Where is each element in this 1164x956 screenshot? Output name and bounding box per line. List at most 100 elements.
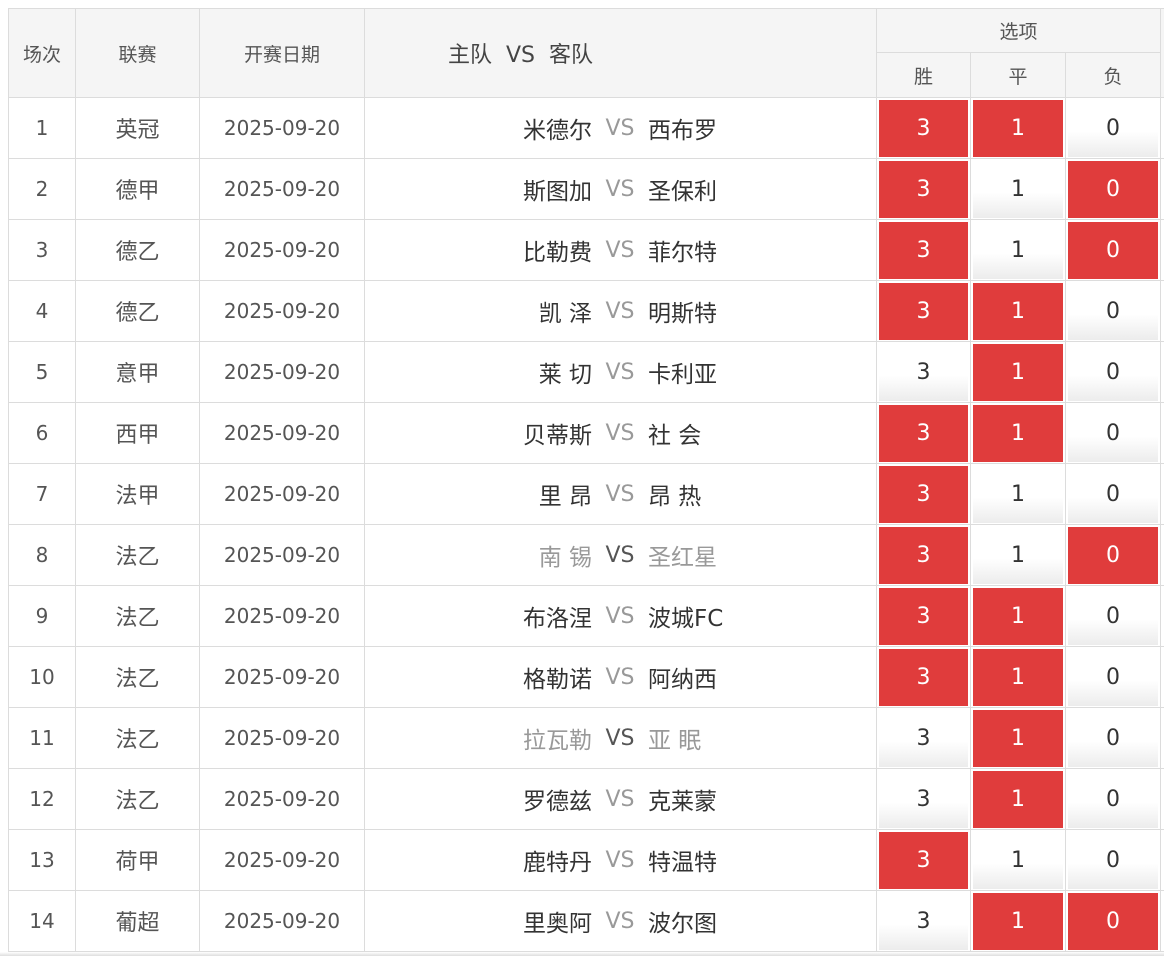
option-win-button[interactable]: 3 [879, 709, 968, 767]
option-lose-button[interactable]: 0 [1068, 221, 1159, 279]
row-date: 2025-09-20 [199, 280, 365, 342]
option-win-button[interactable]: 3 [879, 831, 968, 889]
option-lose-button[interactable]: 0 [1068, 831, 1159, 889]
table-row: 13 荷甲 2025-09-20 鹿特丹 VS 特温特 3 1 0 [8, 829, 1164, 891]
option-win-button[interactable]: 3 [879, 99, 968, 157]
away-team: 西布罗 [648, 118, 717, 144]
option-win-cell: 3 [876, 280, 971, 342]
header-edge [1160, 8, 1164, 98]
option-win-button[interactable]: 3 [879, 892, 968, 950]
option-lose-button[interactable]: 0 [1068, 465, 1159, 523]
row-match: 布洛涅 VS 波城FC [364, 585, 877, 647]
option-win-button[interactable]: 3 [879, 465, 968, 523]
option-lose-button[interactable]: 0 [1068, 770, 1159, 828]
row-match: 罗德兹 VS 克莱蒙 [364, 768, 877, 830]
row-date: 2025-09-20 [199, 219, 365, 281]
row-league: 荷甲 [75, 829, 200, 891]
option-draw-button[interactable]: 1 [973, 526, 1063, 584]
option-win-button[interactable]: 3 [879, 587, 968, 645]
option-draw-button[interactable]: 1 [973, 343, 1063, 401]
option-lose-button[interactable]: 0 [1068, 160, 1159, 218]
option-lose-button[interactable]: 0 [1068, 709, 1159, 767]
away-team: 波城FC [648, 606, 724, 632]
table-row: 1 英冠 2025-09-20 米德尔 VS 西布罗 3 1 0 [8, 97, 1164, 159]
option-draw-cell: 1 [970, 219, 1066, 281]
option-draw-cell: 1 [970, 585, 1066, 647]
option-win-button[interactable]: 3 [879, 404, 968, 462]
away-team: 圣红星 [648, 545, 717, 571]
table-row: 7 法甲 2025-09-20 里 昂 VS 昂 热 310 [8, 463, 1164, 525]
row-match: 格勒诺 VS 阿纳西 [364, 646, 877, 708]
row-league: 法乙 [75, 585, 200, 647]
option-win-button[interactable]: 3 [879, 648, 968, 706]
header-win: 胜 [876, 52, 971, 98]
option-lose-button[interactable]: 0 [1068, 587, 1159, 645]
option-lose-button[interactable]: 0 [1068, 526, 1159, 584]
away-team: 圣保利 [648, 179, 717, 205]
option-win-button[interactable]: 3 [879, 526, 968, 584]
option-lose-button[interactable]: 0 [1068, 282, 1159, 340]
home-team: 罗德兹 [523, 789, 592, 815]
option-win-cell: 3 [876, 402, 971, 464]
option-draw-button[interactable]: 1 [973, 587, 1063, 645]
row-edge [1160, 280, 1164, 342]
row-match: 拉瓦勒 VS 亚 眠 [364, 707, 877, 769]
home-team: 拉瓦勒 [523, 728, 592, 754]
option-lose-cell: 0 [1064, 158, 1162, 220]
option-draw-button[interactable]: 1 [973, 892, 1063, 950]
option-draw-button[interactable]: 1 [973, 221, 1063, 279]
option-lose-cell: 0 [1064, 829, 1162, 891]
option-win-cell: 3 [876, 768, 971, 830]
row-date: 2025-09-20 [199, 646, 365, 708]
option-lose-button[interactable]: 0 [1068, 99, 1159, 157]
row-index: 12 [8, 768, 76, 830]
vs-label: VS [605, 542, 635, 568]
row-date: 2025-09-20 [199, 707, 365, 769]
option-draw-button[interactable]: 1 [973, 404, 1063, 462]
option-draw-button[interactable]: 1 [973, 282, 1063, 340]
header-index: 场次 [8, 8, 76, 98]
row-match: 莱 切 VS 卡利亚 [364, 341, 877, 403]
vs-label: VS [605, 786, 635, 812]
option-lose-cell: 0 [1064, 402, 1162, 464]
option-win-button[interactable]: 3 [879, 160, 968, 218]
option-draw-button[interactable]: 1 [973, 831, 1063, 889]
away-team: 菲尔特 [648, 240, 717, 266]
option-lose-button[interactable]: 0 [1068, 404, 1159, 462]
option-draw-cell: 1 [970, 158, 1066, 220]
option-draw-button[interactable]: 1 [973, 99, 1063, 157]
option-draw-cell: 1 [970, 463, 1066, 525]
option-draw-button[interactable]: 1 [973, 465, 1063, 523]
option-lose-cell: 0 [1064, 219, 1162, 281]
option-draw-button[interactable]: 1 [973, 709, 1063, 767]
option-win-button[interactable]: 3 [879, 221, 968, 279]
away-team: 社 会 [648, 423, 702, 449]
row-index: 13 [8, 829, 76, 891]
option-lose-button[interactable]: 0 [1068, 648, 1159, 706]
option-lose-button[interactable]: 0 [1068, 892, 1159, 950]
away-team: 卡利亚 [648, 362, 717, 388]
header-lose: 负 [1064, 52, 1162, 98]
row-index: 8 [8, 524, 76, 586]
option-win-button[interactable]: 3 [879, 282, 968, 340]
option-lose-button[interactable]: 0 [1068, 343, 1159, 401]
home-team: 贝蒂斯 [523, 423, 592, 449]
table-header: 场次 联赛 开赛日期 主队 VS 客队 选项 胜 平 负 [8, 8, 1164, 98]
option-draw-cell: 1 [970, 890, 1066, 952]
table-body: 1 英冠 2025-09-20 米德尔 VS 西布罗 3 1 0 2 德甲 2025-09-20 斯图加… [8, 97, 1164, 952]
option-draw-button[interactable]: 1 [973, 648, 1063, 706]
option-draw-button[interactable]: 1 [973, 160, 1063, 218]
vs-label: VS [605, 481, 635, 507]
row-date: 2025-09-20 [199, 585, 365, 647]
row-edge [1160, 707, 1164, 769]
row-index: 4 [8, 280, 76, 342]
row-league: 德乙 [75, 219, 200, 281]
option-win-cell: 3 [876, 524, 971, 586]
row-index: 7 [8, 463, 76, 525]
option-draw-button[interactable]: 1 [973, 770, 1063, 828]
vs-label: VS [605, 725, 635, 751]
table-row: 5 意甲 2025-09-20 莱 切 VS 卡利亚 3 1 0 [8, 341, 1164, 403]
table-row: 12 法乙 2025-09-20 罗德兹 VS 克莱蒙 3 1 0 [8, 768, 1164, 830]
option-win-button[interactable]: 3 [879, 770, 968, 828]
option-win-button[interactable]: 3 [879, 343, 968, 401]
